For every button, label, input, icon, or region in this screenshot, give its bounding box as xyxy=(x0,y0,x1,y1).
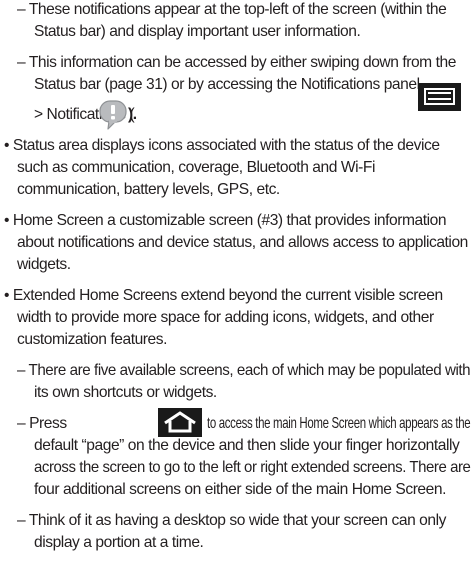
text-line: across the screen to go to the left or r… xyxy=(34,459,471,476)
text-line: about notifications and device status, a… xyxy=(17,234,468,251)
text-line: to access the main Home Screen which app… xyxy=(207,415,471,432)
text-line: widgets. xyxy=(17,256,71,273)
text-line: • Extended Home Screens extend beyond th… xyxy=(4,287,443,304)
home-key-icon xyxy=(158,408,202,437)
text-line: – These notifications appear at the top-… xyxy=(17,1,447,18)
text-line: customization features. xyxy=(17,331,167,348)
text-line: width to provide more space for adding i… xyxy=(17,309,434,326)
text-line: Status bar (page 31) or by accessing the… xyxy=(34,76,420,93)
menu-key-icon xyxy=(418,83,461,111)
text-line: – This information can be accessed by ei… xyxy=(17,54,456,71)
text-line: four additional screens on either side o… xyxy=(34,481,446,498)
text-line: ). xyxy=(128,106,137,123)
manual-page: – These notifications appear at the top-… xyxy=(0,0,473,562)
text-line: • Home Screen a customizable screen (#3)… xyxy=(4,212,447,229)
text-line: – Press xyxy=(17,415,67,432)
text-line: – Think of it as having a desktop so wid… xyxy=(17,512,446,529)
text-line: such as communication, coverage, Bluetoo… xyxy=(17,159,375,176)
text-line: its own shortcuts or widgets. xyxy=(34,384,217,401)
text-line: • Status area displays icons associated … xyxy=(4,137,440,154)
text-line: – There are five available screens, each… xyxy=(17,362,471,379)
text-line: Status bar) and display important user i… xyxy=(34,23,361,40)
text-line: communication, battery levels, GPS, etc. xyxy=(17,181,280,198)
text-line: display a portion at a time. xyxy=(34,534,204,551)
text-line: default “page” on the device and then sl… xyxy=(34,437,460,454)
notifications-icon xyxy=(99,100,127,130)
